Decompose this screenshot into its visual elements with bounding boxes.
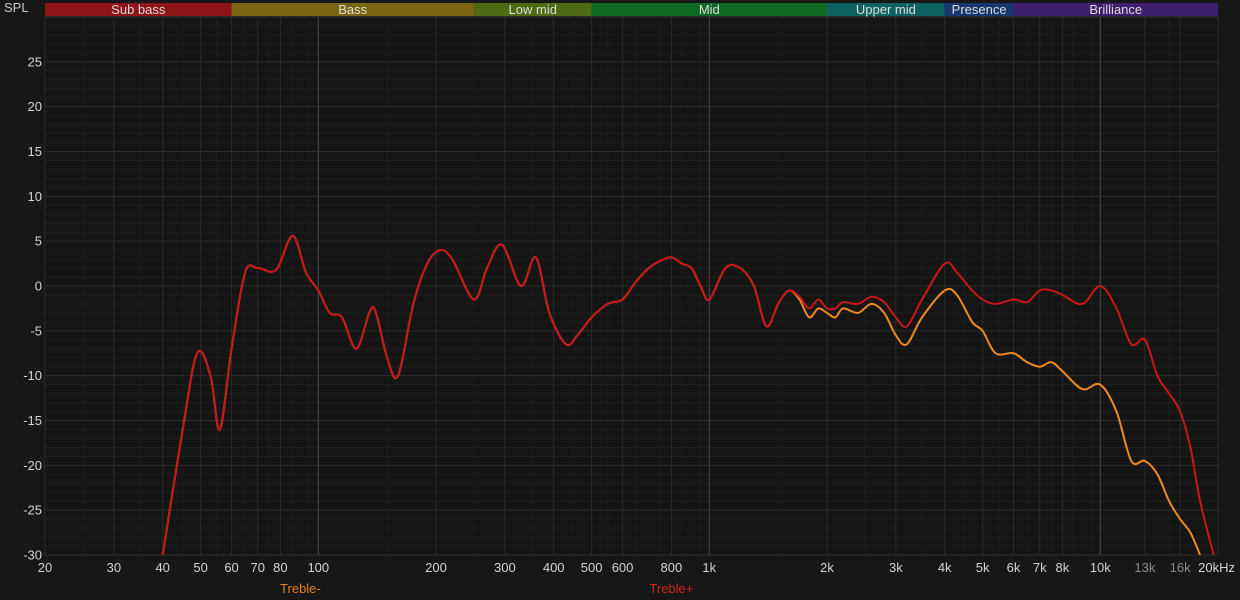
x-tick-label: 200 <box>425 560 447 575</box>
x-tick-label: 100 <box>307 560 329 575</box>
y-tick-label: 10 <box>28 189 42 204</box>
x-tick-label: 16k <box>1170 560 1191 575</box>
y-axis-ticks: 25 20 15 10 5 0 -5 -10 -15 -20 -25 -30 <box>23 54 42 562</box>
y-tick-label: 15 <box>28 144 42 159</box>
grid <box>44 16 1219 556</box>
marker-label: Treble+ <box>649 581 693 596</box>
y-tick-label: -10 <box>23 368 42 383</box>
x-tick-label: 2k <box>820 560 834 575</box>
x-tick-label: 70 <box>250 560 264 575</box>
preset-markers: Treble- Treble+ <box>280 581 693 596</box>
band-label: Mid <box>699 2 720 17</box>
x-tick-label: 5k <box>976 560 990 575</box>
x-tick-label: 13k <box>1134 560 1155 575</box>
x-axis-ticks: 20 30 40 50 60 70 80 100 200 300 400 500 600 800 1k 2k 3… <box>38 560 1235 575</box>
x-tick-label: 300 <box>494 560 516 575</box>
x-tick-label: 3k <box>889 560 903 575</box>
band-label: Bass <box>338 2 367 17</box>
x-tick-label: 8k <box>1056 560 1070 575</box>
band-label: Upper mid <box>856 2 916 17</box>
x-tick-label: 800 <box>661 560 683 575</box>
y-tick-label: 20 <box>28 99 42 114</box>
band-label: Low mid <box>509 2 557 17</box>
x-tick-label: 10k <box>1090 560 1111 575</box>
x-tick-label: 30 <box>107 560 121 575</box>
y-axis-label: SPL <box>4 0 29 15</box>
x-tick-label: 500 <box>581 560 603 575</box>
band-label: Presence <box>952 2 1007 17</box>
band-label: Sub bass <box>111 2 166 17</box>
y-tick-label: -20 <box>23 458 42 473</box>
x-tick-label: 7k <box>1033 560 1047 575</box>
y-tick-label: -15 <box>23 413 42 428</box>
frequency-bands: Sub bass Bass Low mid Mid Upper mid Presence B… <box>45 2 1218 17</box>
marker-label: Treble- <box>280 581 321 596</box>
y-tick-label: -25 <box>23 503 42 518</box>
y-tick-label: -30 <box>23 548 42 563</box>
x-tick-label: 20kHz <box>1198 560 1235 575</box>
x-tick-label: 40 <box>155 560 169 575</box>
x-tick-label: 4k <box>938 560 952 575</box>
frequency-response-chart: Sub bass Bass Low mid Mid Upper mid Presence B… <box>4 0 1235 596</box>
x-tick-label: 60 <box>224 560 238 575</box>
y-tick-label: -5 <box>30 323 42 338</box>
x-tick-label: 600 <box>612 560 634 575</box>
x-tick-label: 1k <box>702 560 716 575</box>
x-tick-label: 50 <box>193 560 207 575</box>
y-tick-label: 0 <box>35 279 42 294</box>
x-tick-label: 6k <box>1007 560 1021 575</box>
band-label: Brilliance <box>1089 2 1142 17</box>
y-tick-label: 25 <box>28 54 42 69</box>
x-tick-label: 400 <box>543 560 565 575</box>
y-tick-label: 5 <box>35 234 42 249</box>
x-tick-label: 80 <box>273 560 287 575</box>
